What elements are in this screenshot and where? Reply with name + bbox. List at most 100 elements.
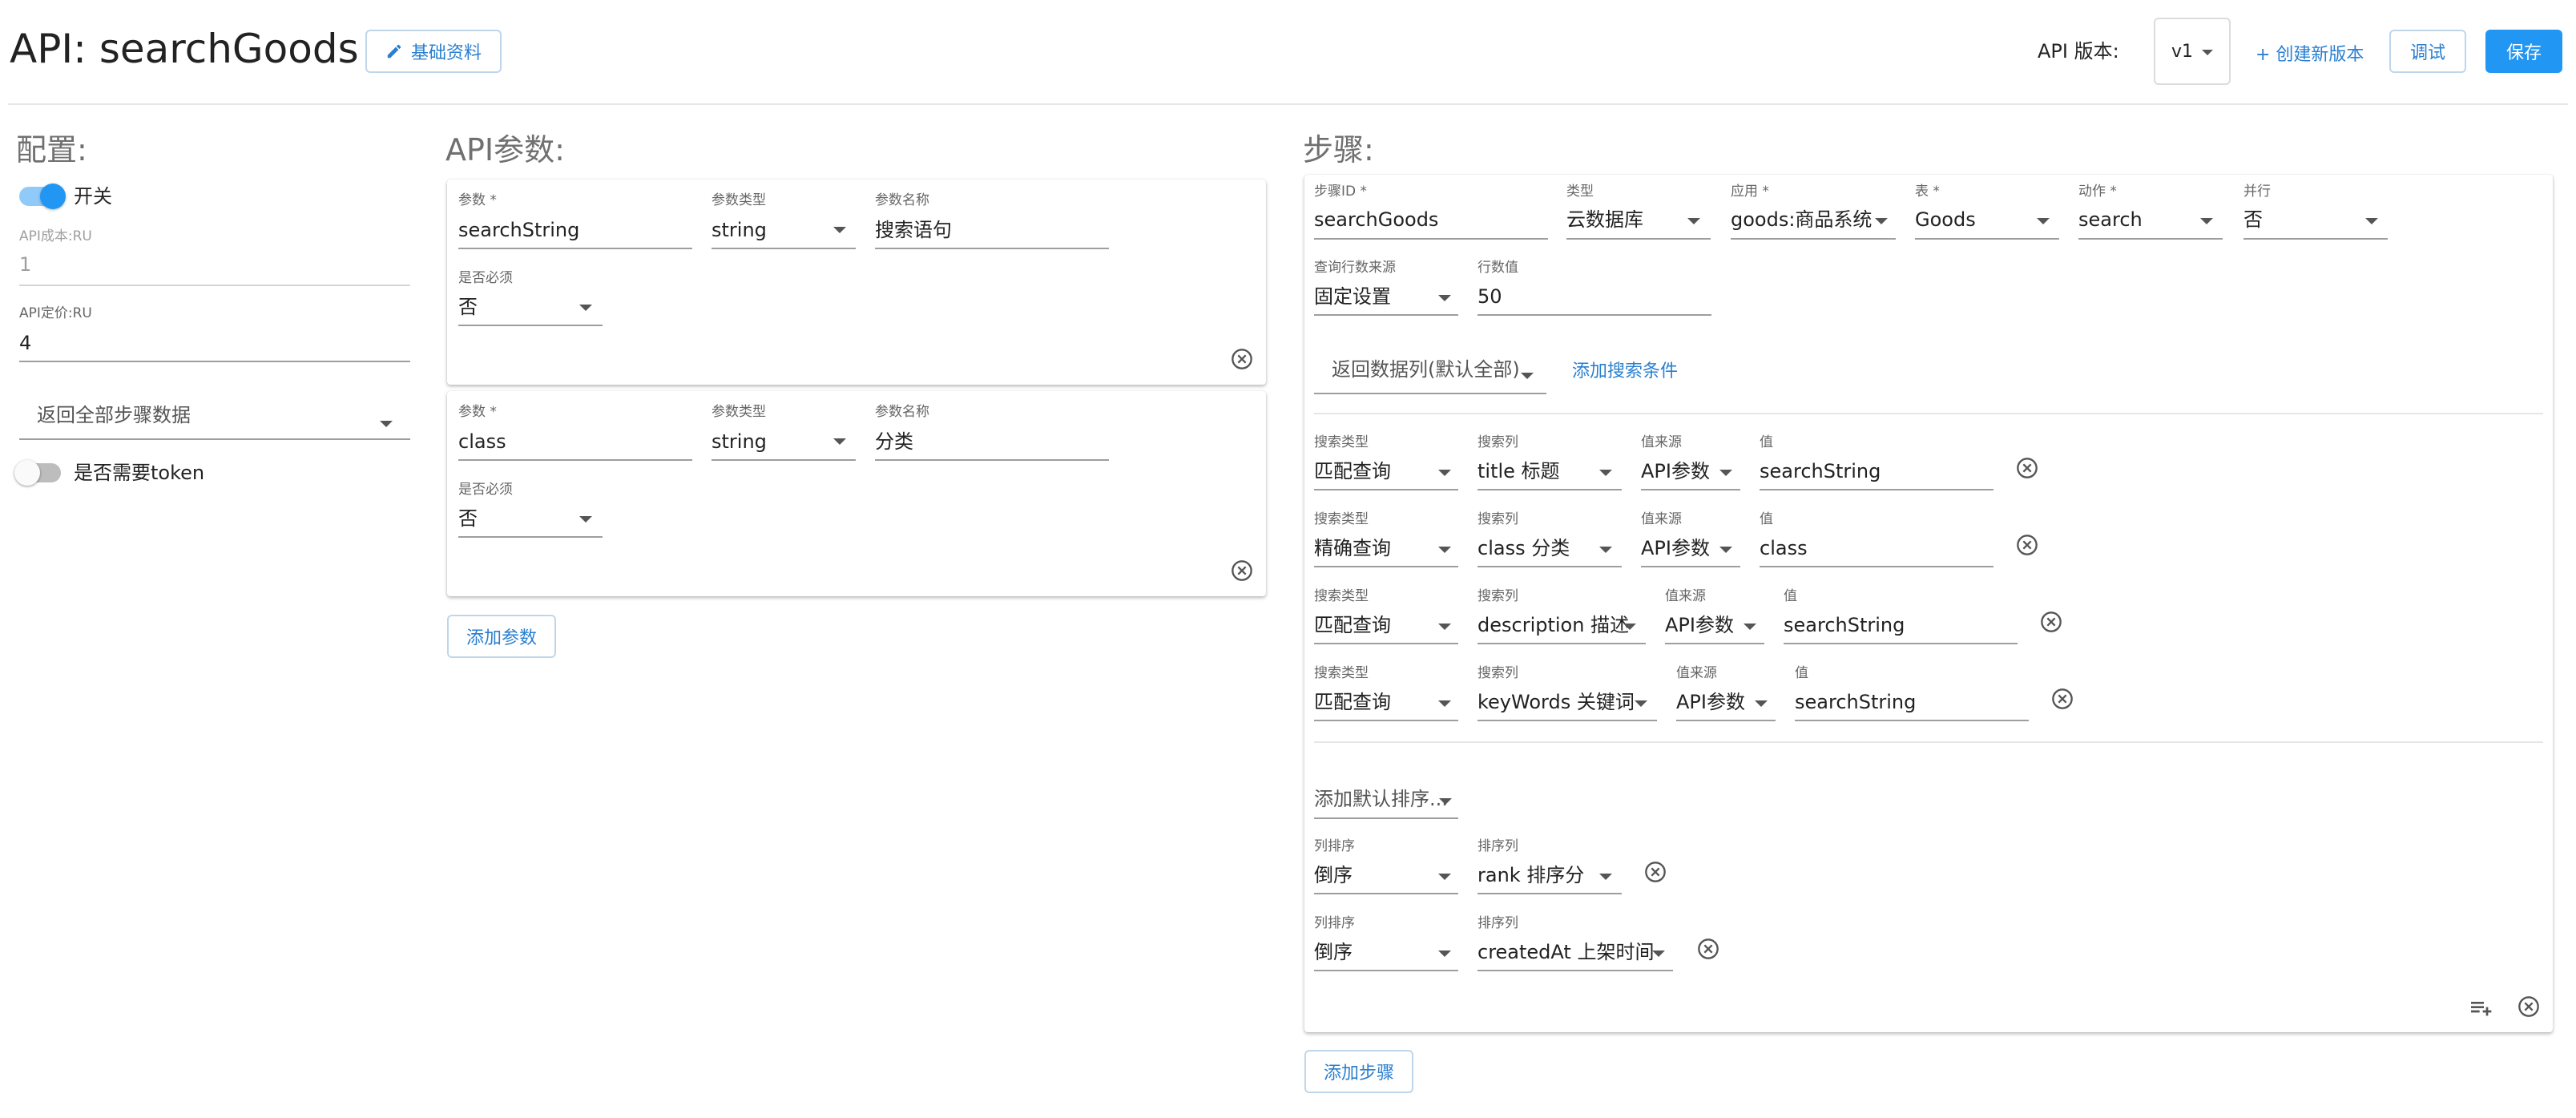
close-circle-icon[interactable] <box>1644 861 1667 883</box>
api-cost-underline <box>19 285 410 286</box>
param-title-label: 参数名称 <box>875 192 929 208</box>
condition-type-select[interactable]: 匹配查询 <box>1314 690 1391 714</box>
add-condition-link[interactable]: 添加搜索条件 <box>1572 357 1678 382</box>
sort-column-select[interactable]: rank 排序分 <box>1477 863 1584 887</box>
return-steps-select[interactable]: 返回全部步骤数据 <box>37 403 191 427</box>
close-circle-icon[interactable] <box>1231 348 1253 370</box>
step-app-select[interactable]: goods:商品系统 <box>1731 208 1872 232</box>
step-type-underline <box>1566 238 1711 240</box>
close-circle-icon[interactable] <box>1231 559 1253 582</box>
step-id-input[interactable]: searchGoods <box>1314 208 1438 232</box>
param-name-input[interactable]: searchString <box>458 218 579 242</box>
condition-source-select[interactable]: API参数 <box>1676 690 1745 714</box>
condition-type-label: 搜索类型 <box>1314 588 1369 604</box>
caret-down-icon <box>1687 218 1700 224</box>
condition-value-underline <box>1784 643 2018 644</box>
pencil-icon <box>387 44 401 59</box>
condition-value-input[interactable]: searchString <box>1795 690 1916 714</box>
condition-source-select[interactable]: API参数 <box>1641 459 1710 483</box>
caret-down-icon <box>2037 218 2050 224</box>
caret-down-icon <box>833 438 846 445</box>
enable-switch-knob[interactable] <box>40 184 66 209</box>
page-title: API: searchGoods <box>10 26 359 72</box>
return-columns-select[interactable]: 返回数据列(默认全部) <box>1332 357 1520 381</box>
step-parallel-select[interactable]: 否 <box>2243 208 2263 232</box>
save-button[interactable]: 保存 <box>2485 30 2562 73</box>
close-circle-icon[interactable] <box>2051 688 2074 710</box>
step-app-label: 应用 * <box>1731 184 1769 200</box>
caret-down-icon <box>380 421 393 427</box>
condition-source-label: 值来源 <box>1641 511 1682 527</box>
step-action-select[interactable]: search <box>2078 208 2143 232</box>
add-step-button[interactable]: 添加步骤 <box>1304 1050 1413 1093</box>
step-table-select[interactable]: Goods <box>1915 208 1976 232</box>
step-app-underline <box>1731 238 1896 240</box>
close-circle-icon[interactable] <box>2016 534 2038 556</box>
rows-value-input[interactable]: 50 <box>1477 285 1502 309</box>
condition-value-input[interactable]: class <box>1760 536 1808 560</box>
condition-type-select[interactable]: 精确查询 <box>1314 536 1391 560</box>
sort-column-select[interactable]: createdAt 上架时间 <box>1477 940 1654 964</box>
condition-value-input[interactable]: searchString <box>1760 459 1881 483</box>
condition-value-label: 值 <box>1760 511 1773 527</box>
caret-down-icon <box>2365 218 2378 224</box>
condition-source-underline <box>1641 566 1740 567</box>
api-price-input[interactable]: 4 <box>19 331 31 355</box>
param-card <box>447 180 1266 385</box>
param-title-input[interactable]: 搜索语句 <box>875 218 952 242</box>
step-type-select[interactable]: 云数据库 <box>1566 208 1643 232</box>
token-switch-knob[interactable] <box>14 460 40 486</box>
caret-down-icon <box>1719 470 1732 476</box>
condition-type-select[interactable]: 匹配查询 <box>1314 459 1391 483</box>
condition-type-underline <box>1314 720 1458 721</box>
condition-type-underline <box>1314 643 1458 644</box>
close-circle-icon[interactable] <box>2016 457 2038 479</box>
sort-column-label: 排序列 <box>1477 915 1518 931</box>
step-id-underline <box>1314 238 1548 240</box>
close-circle-icon[interactable] <box>2040 611 2062 633</box>
param-name-underline <box>458 248 692 249</box>
condition-column-select[interactable]: description 描述 <box>1477 613 1629 637</box>
caret-down-icon <box>1438 700 1451 707</box>
param-title-underline <box>875 459 1109 461</box>
playlist-add-icon[interactable] <box>2468 995 2493 1021</box>
caret-down-icon <box>1744 624 1756 630</box>
condition-source-select[interactable]: API参数 <box>1641 536 1710 560</box>
param-type-select[interactable]: string <box>712 430 767 454</box>
version-select[interactable]: v1 <box>2154 18 2231 85</box>
caret-down-icon <box>833 227 846 233</box>
param-type-select[interactable]: string <box>712 218 767 242</box>
caret-down-icon <box>1439 798 1452 805</box>
param-required-select[interactable]: 否 <box>458 295 478 319</box>
caret-down-icon <box>1719 547 1732 553</box>
condition-type-select[interactable]: 匹配查询 <box>1314 613 1391 637</box>
condition-value-input[interactable]: searchString <box>1784 613 1905 637</box>
rows-source-select[interactable]: 固定设置 <box>1314 285 1391 309</box>
condition-source-underline <box>1641 489 1740 490</box>
condition-column-select[interactable]: class 分类 <box>1477 536 1570 560</box>
param-name-input[interactable]: class <box>458 430 506 454</box>
add-sort-select[interactable]: 添加默认排序... <box>1314 787 1448 811</box>
condition-column-select[interactable]: title 标题 <box>1477 459 1560 483</box>
step-parallel-underline <box>2243 238 2388 240</box>
condition-value-underline <box>1760 489 1993 490</box>
api-price-label: API定价:RU <box>19 305 92 321</box>
sort-order-label: 列排序 <box>1314 838 1355 854</box>
sort-order-select[interactable]: 倒序 <box>1314 863 1353 887</box>
param-title-input[interactable]: 分类 <box>875 430 913 454</box>
sort-order-underline <box>1314 893 1458 894</box>
condition-column-select[interactable]: keyWords 关键词 <box>1477 690 1635 714</box>
caret-down-icon <box>2200 218 2213 224</box>
sort-order-select[interactable]: 倒序 <box>1314 940 1353 964</box>
close-circle-icon[interactable] <box>2518 995 2540 1018</box>
basic-info-button[interactable]: 基础资料 <box>365 30 502 73</box>
add-param-button[interactable]: 添加参数 <box>447 615 556 658</box>
param-required-select[interactable]: 否 <box>458 507 478 531</box>
condition-source-select[interactable]: API参数 <box>1665 613 1734 637</box>
api-cost-value: 1 <box>19 253 32 276</box>
condition-column-underline <box>1477 643 1646 644</box>
close-circle-icon[interactable] <box>1697 938 1719 960</box>
condition-value-underline <box>1795 720 2029 721</box>
create-version-link[interactable]: + 创建新版本 <box>2256 40 2364 66</box>
debug-button[interactable]: 调试 <box>2389 30 2466 73</box>
